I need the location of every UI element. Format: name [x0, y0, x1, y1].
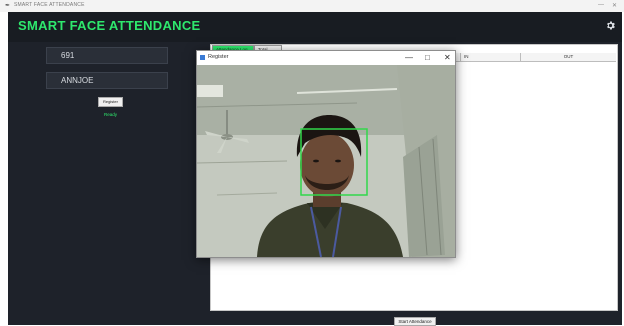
column-header-out[interactable]: OUT [520, 53, 616, 61]
name-input[interactable]: ANNJOE [46, 72, 168, 89]
os-close-button[interactable]: ✕ [612, 2, 617, 9]
register-camera-window: Register — □ ✕ [196, 50, 456, 258]
register-button[interactable]: Register [98, 97, 123, 107]
window-app-icon [200, 55, 205, 60]
app-title: SMART FACE ATTENDANCE [18, 18, 201, 33]
register-maximize-button[interactable]: □ [425, 52, 430, 64]
register-close-button[interactable]: ✕ [444, 52, 451, 64]
app-header: SMART FACE ATTENDANCE [8, 12, 622, 42]
gear-icon[interactable] [605, 20, 616, 31]
status-text: Ready [104, 112, 118, 117]
camera-image [197, 65, 455, 257]
os-minimize-button[interactable]: — [598, 2, 604, 8]
column-header-in[interactable]: IN [460, 53, 520, 61]
app-feather-icon: ✒ [5, 3, 11, 9]
register-window-title: Register [208, 54, 229, 60]
os-titlebar: ✒ SMART FACE ATTENDANCE — ✕ [0, 0, 624, 12]
registration-panel: 691 ANNJOE Register Ready [8, 42, 204, 325]
register-minimize-button[interactable]: — [405, 52, 413, 64]
camera-feed [197, 65, 455, 257]
id-input[interactable]: 691 [46, 47, 168, 64]
register-window-titlebar[interactable]: Register — □ ✕ [197, 51, 455, 65]
os-window-title: SMART FACE ATTENDANCE [14, 2, 85, 8]
